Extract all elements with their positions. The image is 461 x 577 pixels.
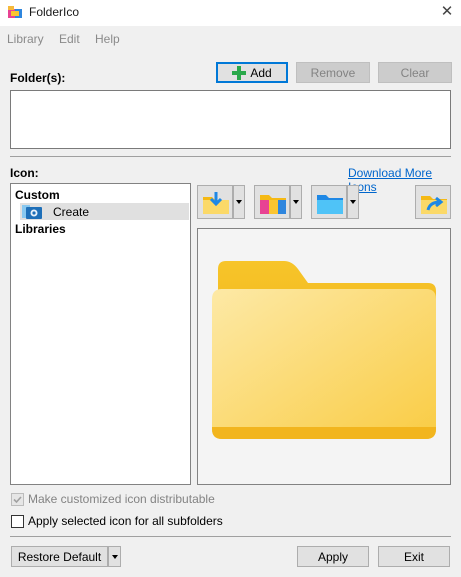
folder-share-arrow-icon	[421, 196, 447, 214]
tree-item-create[interactable]	[20, 203, 189, 220]
apply-from-file-button[interactable]	[197, 185, 233, 219]
remove-button-label: Remove	[310, 65, 356, 80]
window-title: FolderIco	[29, 5, 80, 19]
chevron-down-icon	[236, 200, 242, 204]
subfolders-label: Apply selected icon for all subfolders	[28, 514, 223, 528]
style-folder-dropdown[interactable]	[347, 185, 359, 219]
add-button[interactable]: Add	[216, 62, 288, 83]
remove-button[interactable]: Remove	[296, 62, 370, 83]
app-logo-icon	[8, 6, 22, 18]
apply-button-label: Apply	[317, 549, 349, 564]
checkmark-icon	[13, 496, 22, 504]
clear-button-label: Clear	[400, 65, 430, 80]
folder-down-arrow-icon	[203, 192, 229, 214]
distributable-checkbox[interactable]	[11, 493, 24, 506]
style-folder-button[interactable]	[311, 185, 347, 219]
colorful-folder-icon	[260, 195, 286, 214]
chevron-down-icon	[293, 200, 299, 204]
footer-divider	[10, 536, 451, 537]
menu-help[interactable]: Help	[95, 32, 120, 46]
blue-folder-icon	[317, 195, 343, 214]
apply-button[interactable]: Apply	[297, 546, 369, 567]
icon-label: Icon:	[10, 166, 39, 180]
tree-node-custom[interactable]: Custom	[15, 188, 60, 202]
exit-button-label: Exit	[403, 549, 424, 564]
menu-edit[interactable]: Edit	[59, 32, 80, 46]
menu-library[interactable]: Library	[7, 32, 44, 46]
folder-list[interactable]	[10, 90, 451, 149]
open-icon-file-button[interactable]	[415, 185, 451, 219]
tree-item-create-label: Create	[53, 205, 90, 219]
color-folder-dropdown[interactable]	[290, 185, 302, 219]
section-divider	[10, 156, 451, 157]
chevron-down-icon	[350, 200, 356, 204]
folders-label: Folder(s):	[10, 71, 66, 85]
restore-default-label: Restore Default	[17, 549, 102, 564]
chevron-down-icon	[111, 554, 118, 559]
subfolders-checkbox[interactable]	[11, 515, 24, 528]
plus-icon	[232, 65, 247, 80]
icon-preview	[197, 228, 451, 485]
folder-preview-icon	[212, 261, 436, 439]
restore-default-dropdown[interactable]	[108, 546, 121, 567]
restore-default-button[interactable]: Restore Default	[11, 546, 108, 567]
add-button-label: Add	[250, 65, 272, 80]
apply-from-file-dropdown[interactable]	[233, 185, 245, 219]
tree-node-libraries[interactable]: Libraries	[15, 222, 66, 236]
close-icon[interactable]: ✕	[436, 1, 458, 23]
distributable-label: Make customized icon distributable	[28, 492, 215, 506]
exit-button[interactable]: Exit	[378, 546, 450, 567]
clear-button[interactable]: Clear	[378, 62, 452, 83]
gear-folder-icon	[22, 203, 44, 219]
color-folder-button[interactable]	[254, 185, 290, 219]
